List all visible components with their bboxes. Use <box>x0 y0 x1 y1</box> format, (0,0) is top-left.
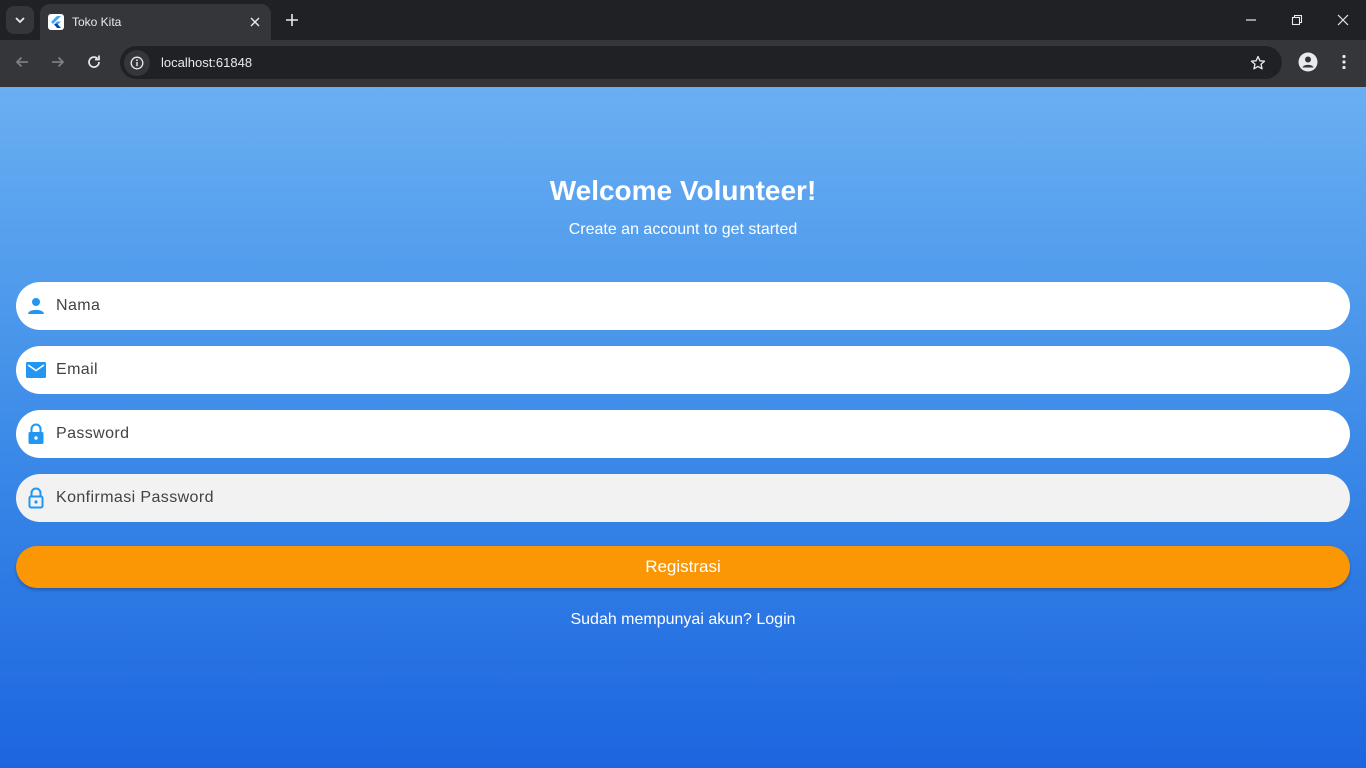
lock-outline-icon <box>26 487 46 509</box>
close-window-button[interactable] <box>1320 0 1366 40</box>
restore-button[interactable] <box>1274 0 1320 40</box>
close-icon <box>1337 14 1349 26</box>
info-icon <box>130 56 144 69</box>
tab-search-button[interactable] <box>6 6 34 34</box>
password-input[interactable] <box>56 410 1350 458</box>
login-link-row: Sudah mempunyai akun? Login <box>0 611 1366 629</box>
kebab-menu-icon <box>1342 54 1346 70</box>
konfirmasi-password-field[interactable] <box>16 474 1350 522</box>
registration-page: Welcome Volunteer! Create an account to … <box>0 87 1366 768</box>
person-icon <box>26 296 46 316</box>
profile-button[interactable] <box>1294 48 1322 76</box>
forward-button[interactable] <box>44 48 72 76</box>
konfirmasi-password-input[interactable] <box>56 474 1350 522</box>
arrow-left-icon <box>15 56 28 68</box>
new-tab-button[interactable] <box>280 8 304 32</box>
mail-icon <box>26 360 46 380</box>
lock-icon <box>26 423 46 444</box>
email-field[interactable] <box>16 346 1350 394</box>
arrow-right-icon <box>52 56 65 68</box>
bookmark-button[interactable] <box>1244 49 1272 77</box>
minimize-button[interactable] <box>1228 0 1274 40</box>
minimize-icon <box>1246 19 1256 21</box>
tab-strip: Toko Kita <box>0 0 1366 40</box>
page-title: Welcome Volunteer! <box>549 175 817 206</box>
tab-close-button[interactable] <box>247 14 263 30</box>
reload-icon <box>88 55 100 68</box>
nama-field[interactable] <box>16 282 1350 330</box>
close-icon <box>250 17 260 27</box>
person-icon <box>1298 52 1318 72</box>
plus-icon <box>286 14 298 26</box>
address-bar[interactable]: localhost:61848 <box>120 46 1282 79</box>
tab-title: Toko Kita <box>72 15 122 29</box>
chevron-down-icon <box>15 17 25 24</box>
reload-button[interactable] <box>80 48 108 76</box>
page-subtitle: Create an account to get started <box>568 221 798 238</box>
email-input[interactable] <box>56 346 1350 394</box>
password-field[interactable] <box>16 410 1350 458</box>
url-text: localhost:61848 <box>161 55 253 70</box>
browser-menu-button[interactable] <box>1330 48 1358 76</box>
registrasi-button[interactable]: Registrasi <box>16 546 1350 588</box>
restore-icon <box>1291 14 1303 26</box>
login-link[interactable]: Sudah mempunyai akun? Login <box>570 611 795 628</box>
star-icon <box>1250 55 1266 69</box>
nama-input[interactable] <box>56 282 1350 330</box>
flutter-icon <box>48 14 64 30</box>
browser-toolbar: localhost:61848 <box>0 40 1366 87</box>
back-button[interactable] <box>8 48 36 76</box>
browser-tab[interactable]: Toko Kita <box>40 4 271 40</box>
site-info-button[interactable] <box>124 49 150 76</box>
